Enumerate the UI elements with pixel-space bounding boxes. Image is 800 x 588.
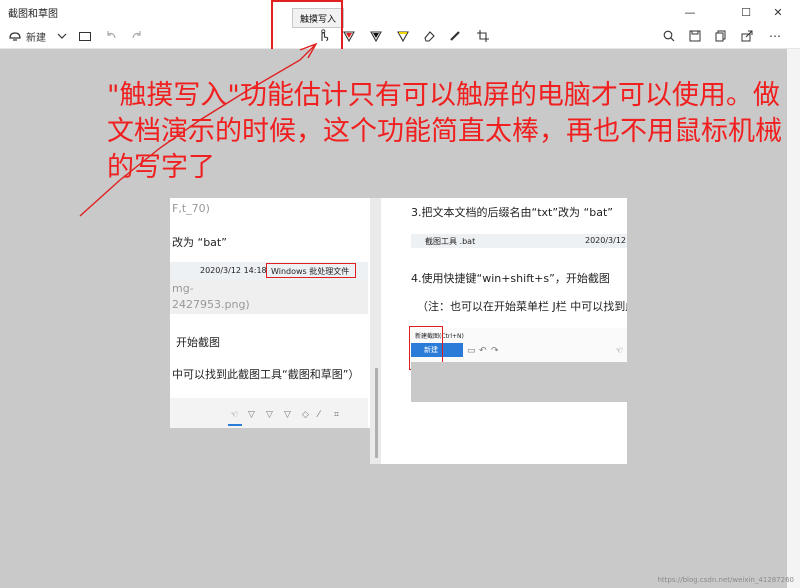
mini-pencil-icon: ▽ [266, 410, 273, 420]
code-snippet: F,t_70) [172, 202, 210, 215]
embedded-screenshot-left: F,t_70) 改为 “bat” 2020/3/12 14:18 Windows… [170, 198, 370, 428]
file-date: 2020/3/12 14:18 [200, 266, 267, 275]
start-snip-text: 开始截图 [176, 336, 220, 349]
step-3-text: 3.把文本文档的后缀名由“txt”改为 “bat” [411, 206, 613, 219]
mini-undo-icon: ↶ [479, 346, 487, 356]
mini-touch-icon-right: ☜ [615, 346, 624, 356]
mini-active-indicator [228, 424, 242, 426]
handwritten-annotation: "触摸写入"功能估计只有可以触屏的电脑才可以使用。做文档演示的时候，这个功能简直… [107, 80, 782, 183]
note-text: （注：也可以在开始菜单栏 J栏 中可以找到此截 [417, 300, 627, 313]
file-name: 截图工具 .bat [425, 237, 476, 246]
watermark: https://blog.csdn.net/weixin_41287260 [657, 576, 794, 584]
mini-canvas [411, 362, 627, 402]
code-line-1: mg- [172, 282, 194, 295]
mini-touch-icon: ☜ [230, 410, 239, 420]
mini-redo-icon: ↷ [491, 346, 499, 356]
mini-eraser-icon: ◇ [302, 410, 309, 420]
file-date-right: 2020/3/12 14: [585, 236, 627, 245]
mini-pen-icon: ▽ [248, 410, 255, 420]
step-4-text: 4.使用快捷键“win+shift+s”，开始截图 [411, 272, 610, 285]
mini-highlighter-icon: ▽ [284, 410, 291, 420]
mini-crop-icon: ⌗ [334, 410, 340, 420]
code-line-2: 2427953.png) [172, 298, 250, 311]
rename-instruction: 改为 “bat” [172, 236, 227, 249]
file-type-highlight [266, 263, 356, 278]
embedded-screenshot-right: 3.把文本文档的后缀名由“txt”改为 “bat” 截图工具 .bat 2020… [381, 198, 627, 464]
mini-ruler-icon: ⁄ [318, 410, 320, 420]
mini-folder-icon: ▭ [467, 346, 476, 356]
mini-dropdown [451, 343, 463, 357]
start-menu-tip: 中可以找到此截图工具“截图和草图”） [172, 368, 360, 381]
embedded-scrollbar [370, 198, 381, 464]
